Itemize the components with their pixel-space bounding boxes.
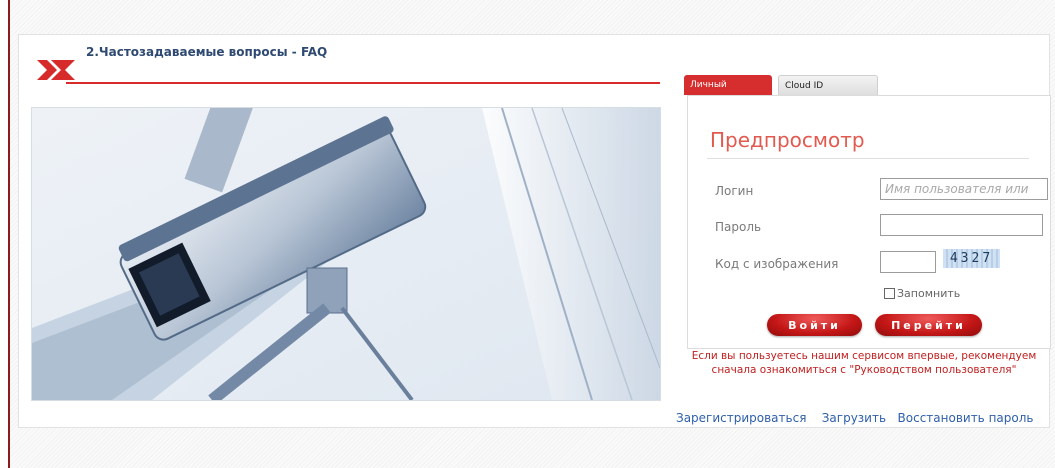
register-link[interactable]: Зарегистрироваться: [676, 411, 806, 425]
remember-label: Запомнить: [897, 287, 961, 300]
login-button[interactable]: Войти: [767, 314, 862, 336]
title-divider: [707, 158, 1029, 159]
restore-password-link[interactable]: Восстановить пароль: [898, 411, 1034, 425]
remember-me[interactable]: Запомнить: [884, 287, 960, 300]
remember-checkbox[interactable]: [884, 288, 895, 299]
password-input[interactable]: [880, 214, 1043, 236]
footer-links: Зарегистрироваться Загрузить Восстановит…: [676, 411, 1033, 425]
download-link[interactable]: Загрузить: [822, 411, 886, 425]
username-label: Логин: [715, 184, 754, 198]
security-camera-image: [31, 107, 661, 401]
captcha-image: 4327: [943, 249, 1000, 268]
brand-logo-icon: [37, 60, 75, 80]
tab-personal-account[interactable]: Личный кабинет: [684, 75, 772, 110]
go-button[interactable]: Перейти: [875, 314, 982, 336]
tab-cloud-id[interactable]: Cloud ID: [778, 75, 878, 95]
username-input[interactable]: [880, 178, 1048, 200]
login-title: Предпросмотр: [710, 128, 865, 152]
captcha-input[interactable]: [880, 251, 936, 273]
header-divider: [66, 82, 660, 84]
first-time-notice: Если вы пользуетесь нашим сервисом вперв…: [691, 350, 1037, 376]
faq-link[interactable]: 2.Частозадаваемые вопросы - FAQ: [86, 45, 327, 59]
captcha-label: Код с изображения: [715, 257, 839, 271]
password-label: Пароль: [715, 220, 762, 234]
